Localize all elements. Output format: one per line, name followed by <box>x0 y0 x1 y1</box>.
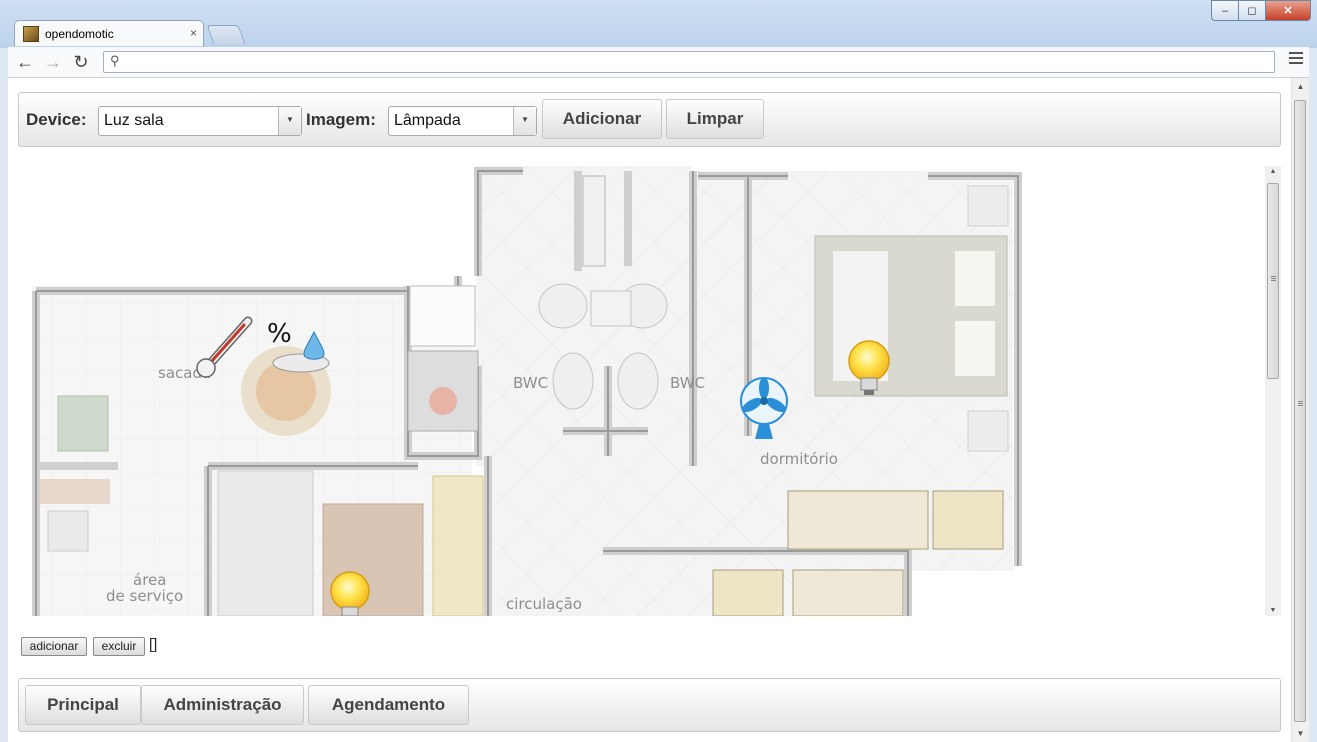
device-toolbar: Device: Luz sala ▼ Imagem: Lâmpada ▼ Adi… <box>18 92 1281 147</box>
browser-tab[interactable]: opendomotic × <box>14 20 204 46</box>
floorplan-image: sacada BWC BWC dormitório área de serviç… <box>32 166 1022 616</box>
address-bar[interactable]: ⚲ <box>103 51 1275 73</box>
search-icon: ⚲ <box>110 53 120 68</box>
add-device-button[interactable]: adicionar <box>21 637 87 656</box>
delete-device-button[interactable]: excluir <box>93 637 145 656</box>
floorplan-scrollbar-thumb[interactable] <box>1267 183 1279 379</box>
device-select-value: Luz sala <box>104 112 164 129</box>
image-select[interactable]: Lâmpada ▼ <box>388 106 537 136</box>
floorplan-panel: sacada BWC BWC dormitório área de serviç… <box>18 166 1281 616</box>
browser-menu-icon[interactable] <box>1289 52 1303 67</box>
tab-close-icon[interactable]: × <box>190 26 197 40</box>
clear-button[interactable]: Limpar <box>666 99 764 139</box>
page-scrollbar-thumb[interactable] <box>1294 100 1306 722</box>
device-label: Device: <box>26 110 87 129</box>
close-button[interactable]: ✕ <box>1265 0 1311 21</box>
scroll-down-icon[interactable]: ▼ <box>1292 729 1309 738</box>
chevron-down-icon: ▼ <box>513 107 536 135</box>
nav-principal[interactable]: Principal <box>25 685 141 725</box>
nav-administracao[interactable]: Administração <box>141 685 304 725</box>
humidity-percent-label: % <box>267 319 292 349</box>
device-select[interactable]: Luz sala ▼ <box>98 106 302 136</box>
nav-agendamento[interactable]: Agendamento <box>308 685 469 725</box>
main-navigation: Principal Administração Agendamento <box>18 678 1281 732</box>
back-arrow-icon[interactable]: ← <box>14 51 36 73</box>
floorplan-scrollbar[interactable]: ▲ ▼ <box>1265 166 1281 616</box>
room-label-dormitorio: dormitório <box>760 450 838 468</box>
image-label: Imagem: <box>306 110 376 129</box>
browser-toolbar: ← → ↻ ⚲ <box>8 47 1309 78</box>
tab-title: opendomotic <box>45 26 114 41</box>
chevron-down-icon: ▼ <box>278 107 301 135</box>
scroll-down-icon[interactable]: ▼ <box>1265 607 1281 614</box>
scroll-up-icon[interactable]: ▲ <box>1265 168 1281 175</box>
window-titlebar: ‒ ◻ ✕ opendomotic × <box>0 0 1317 48</box>
image-select-value: Lâmpada <box>394 112 461 129</box>
maximize-button[interactable]: ◻ <box>1238 0 1265 21</box>
favicon-icon <box>23 25 39 42</box>
room-label-bwc-left: BWC <box>513 374 548 392</box>
new-tab-button[interactable] <box>206 25 246 44</box>
device-list-text: [] <box>149 636 158 653</box>
window-controls: ‒ ◻ ✕ <box>1211 0 1311 21</box>
add-button[interactable]: Adicionar <box>542 99 662 139</box>
reload-icon[interactable]: ↻ <box>70 51 92 73</box>
room-label-circulacao: circulação <box>506 595 582 613</box>
room-label-bwc-right: BWC <box>670 374 705 392</box>
room-label-area-servico: de serviço <box>106 587 183 605</box>
minimize-button[interactable]: ‒ <box>1211 0 1238 21</box>
forward-arrow-icon[interactable]: → <box>42 51 64 73</box>
scroll-up-icon[interactable]: ▲ <box>1292 82 1309 91</box>
page-content: Device: Luz sala ▼ Imagem: Lâmpada ▼ Adi… <box>8 78 1309 742</box>
page-scrollbar[interactable]: ▲ ▼ <box>1291 78 1309 742</box>
